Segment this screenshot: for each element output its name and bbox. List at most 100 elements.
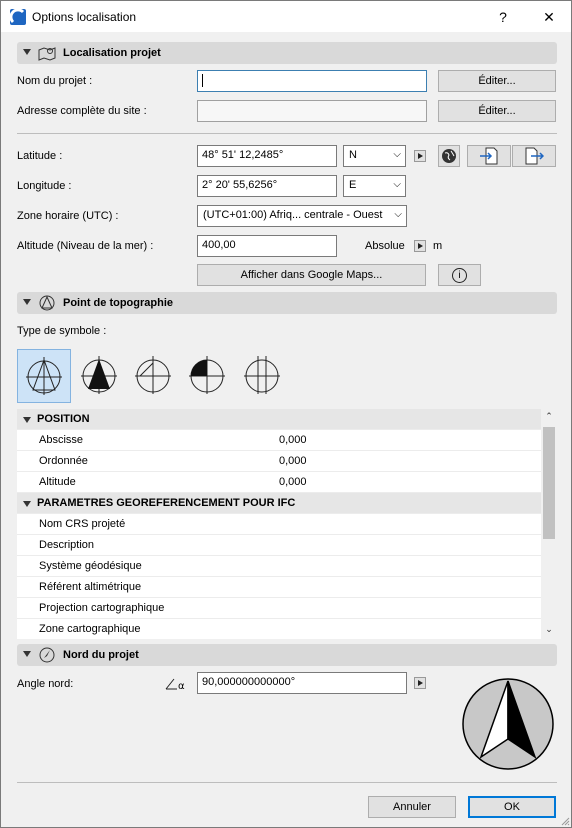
export-file-icon xyxy=(525,147,545,165)
row-value[interactable]: 0,000 xyxy=(279,455,307,467)
survey-symbol-outline-icon xyxy=(26,357,62,395)
row-label: Système géodésique xyxy=(39,560,142,572)
row-label: Altitude xyxy=(39,476,76,488)
collapse-icon xyxy=(23,49,31,55)
scrollbar-thumb[interactable] xyxy=(543,427,555,539)
export-button[interactable] xyxy=(512,145,556,167)
table-row[interactable]: Description xyxy=(17,535,541,556)
timezone-select[interactable]: (UTC+01:00) Afriq... centrale - Ouest ⌵ xyxy=(197,205,407,227)
north-angle-field[interactable]: 90,000000000000° xyxy=(197,672,407,694)
globe-button[interactable] xyxy=(438,145,460,167)
google-maps-button[interactable]: Afficher dans Google Maps... xyxy=(197,264,426,286)
vertical-scrollbar[interactable]: ⌃ ⌄ xyxy=(541,409,557,639)
survey-symbol-filled-icon xyxy=(81,356,117,394)
project-name-label: Nom du projet : xyxy=(17,75,93,87)
expand-arrow-button[interactable] xyxy=(414,150,426,162)
selected-value: E xyxy=(349,179,357,191)
collapse-icon xyxy=(23,417,31,423)
app-icon xyxy=(9,8,26,25)
table-row[interactable]: Altitude 0,000 xyxy=(17,472,541,493)
north-compass-icon xyxy=(462,678,554,770)
resize-grip-icon[interactable] xyxy=(559,815,571,827)
symbol-option-2[interactable] xyxy=(73,349,127,403)
project-name-field[interactable] xyxy=(197,70,427,92)
latitude-field[interactable]: 48° 51' 12,2485° xyxy=(197,145,337,167)
survey-symbol-diamond-icon xyxy=(135,356,171,394)
survey-properties-table[interactable]: Zone cartographique Projection cartograph… xyxy=(17,409,557,639)
symbol-option-4[interactable] xyxy=(181,349,235,403)
latitude-direction-select[interactable]: N ⌵ xyxy=(343,145,406,167)
symbol-option-1[interactable] xyxy=(17,349,71,403)
survey-point-icon xyxy=(39,295,55,311)
map-pin-icon xyxy=(38,47,56,61)
selected-value: N xyxy=(349,149,357,161)
collapse-icon xyxy=(23,299,31,305)
row-label: Abscisse xyxy=(39,434,84,446)
table-row[interactable]: Projection cartographique xyxy=(17,598,541,619)
info-icon: i xyxy=(452,268,467,283)
altitude-reference-arrow[interactable] xyxy=(414,240,426,252)
edit-project-name-button[interactable]: Éditer... xyxy=(438,70,556,92)
longitude-direction-select[interactable]: E ⌵ xyxy=(343,175,406,197)
north-arrow-icon xyxy=(39,647,55,663)
altitude-unit: m xyxy=(433,240,443,252)
altitude-field[interactable]: 400,00 xyxy=(197,235,337,257)
section-title: Point de topographie xyxy=(63,297,173,309)
svg-text:α: α xyxy=(178,681,185,691)
row-label: Ordonnée xyxy=(39,455,88,467)
address-label: Adresse complète du site : xyxy=(17,105,147,117)
section-survey-header[interactable]: Point de topographie xyxy=(17,292,557,314)
section-title: Localisation projet xyxy=(63,47,161,59)
chevron-down-icon: ⌵ xyxy=(393,149,401,160)
footer-divider xyxy=(17,782,557,783)
import-file-icon xyxy=(480,147,498,165)
scroll-down-icon[interactable]: ⌄ xyxy=(541,624,557,635)
divider xyxy=(17,133,557,134)
info-button[interactable]: i xyxy=(438,264,481,286)
altitude-label: Altitude (Niveau de la mer) : xyxy=(17,240,154,252)
chevron-down-icon: ⌵ xyxy=(394,209,402,220)
collapse-icon xyxy=(23,501,31,507)
longitude-field[interactable]: 2° 20' 55,6256° xyxy=(197,175,337,197)
help-button[interactable]: ? xyxy=(491,5,515,29)
section-location-header[interactable]: Localisation projet xyxy=(17,42,557,64)
collapse-icon xyxy=(23,651,31,657)
ok-button[interactable]: OK xyxy=(468,796,556,818)
close-button[interactable]: ✕ xyxy=(537,5,561,29)
import-button[interactable] xyxy=(467,145,511,167)
altitude-reference: Absolue xyxy=(365,240,405,252)
symbol-type-label: Type de symbole : xyxy=(17,325,107,337)
table-row[interactable]: Ordonnée 0,000 xyxy=(17,451,541,472)
survey-symbol-cross-icon xyxy=(244,356,280,394)
table-group-header[interactable]: POSITION xyxy=(17,409,541,430)
selected-value: (UTC+01:00) Afriq... centrale - Ouest xyxy=(203,209,383,221)
row-label: Nom CRS projeté xyxy=(39,518,126,530)
section-north-header[interactable]: Nord du projet xyxy=(17,644,557,666)
table-row[interactable]: Zone cartographique xyxy=(17,619,541,639)
table-row[interactable]: Référent altimétrique xyxy=(17,577,541,598)
latitude-label: Latitude : xyxy=(17,150,63,162)
timezone-label: Zone horaire (UTC) : xyxy=(17,210,119,222)
north-angle-label: Angle nord: xyxy=(17,678,74,690)
edit-address-button[interactable]: Éditer... xyxy=(438,100,556,122)
table-row[interactable]: Nom CRS projeté xyxy=(17,514,541,535)
table-row[interactable]: Abscisse 0,000 xyxy=(17,430,541,451)
symbol-option-5[interactable] xyxy=(236,349,290,403)
title-bar: Options localisation ? ✕ xyxy=(1,1,571,32)
row-label: POSITION xyxy=(37,413,90,425)
window-title: Options localisation xyxy=(32,10,137,24)
angle-alpha-icon: α xyxy=(165,678,185,691)
cancel-button[interactable]: Annuler xyxy=(368,796,456,818)
north-angle-arrow[interactable] xyxy=(414,677,426,689)
row-value[interactable]: 0,000 xyxy=(279,476,307,488)
options-localisation-dialog: Options localisation ? ✕ Localisation pr… xyxy=(0,0,572,828)
table-group-header[interactable]: PARAMETRES GEOREFERENCEMENT POUR IFC xyxy=(17,493,541,514)
chevron-down-icon: ⌵ xyxy=(393,179,401,190)
row-label: Zone cartographique xyxy=(39,623,141,635)
address-field[interactable] xyxy=(197,100,427,122)
symbol-option-3[interactable] xyxy=(127,349,181,403)
table-row[interactable]: Système géodésique xyxy=(17,556,541,577)
row-value[interactable]: 0,000 xyxy=(279,434,307,446)
scroll-up-icon[interactable]: ⌃ xyxy=(541,411,557,422)
survey-symbol-quadrant-icon xyxy=(189,356,225,394)
